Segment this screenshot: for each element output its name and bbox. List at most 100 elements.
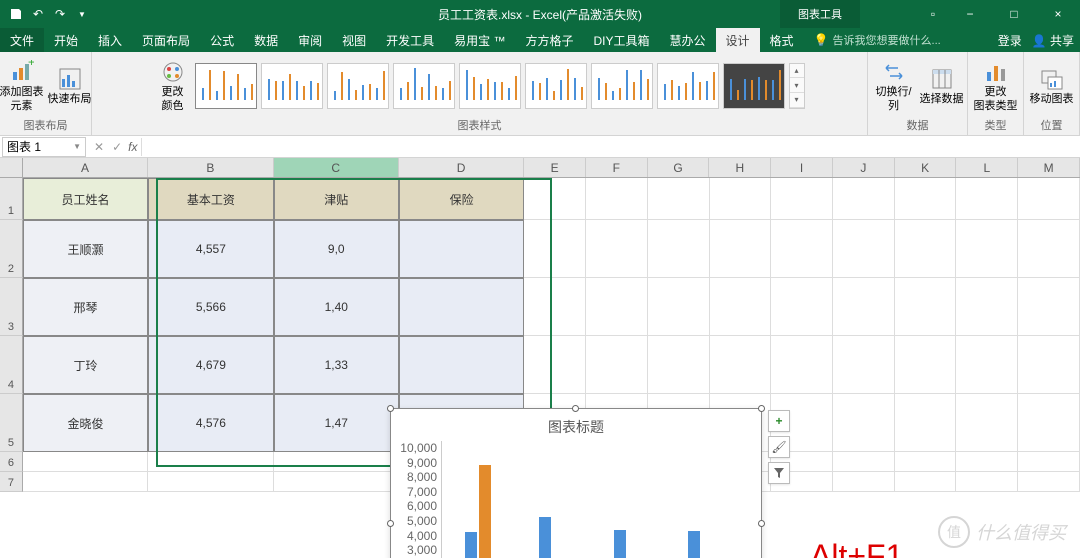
chart-styles-button[interactable]: 🖌 [768, 436, 790, 458]
cell[interactable] [956, 472, 1018, 492]
chart-style-thumb[interactable] [195, 63, 257, 109]
chart-handle[interactable] [387, 405, 394, 412]
cell[interactable] [895, 220, 957, 278]
chart-styles-gallery[interactable] [195, 63, 785, 109]
cell[interactable] [833, 220, 895, 278]
redo-icon[interactable]: ↷ [50, 4, 70, 24]
tell-me[interactable]: 💡 告诉我您想要做什么... [814, 32, 941, 48]
column-header[interactable]: M [1018, 158, 1080, 177]
cell[interactable] [1018, 220, 1080, 278]
gallery-more-button[interactable]: ▴▾▾ [789, 63, 805, 109]
cell[interactable] [23, 472, 148, 492]
cell[interactable] [771, 178, 833, 220]
move-chart-button[interactable]: 移动图表 [1030, 65, 1074, 106]
column-header[interactable]: C [274, 158, 399, 177]
cell[interactable]: 保险 [399, 178, 524, 220]
cell[interactable]: 1,40 [274, 278, 399, 336]
cell[interactable] [895, 178, 957, 220]
cell[interactable] [648, 278, 710, 336]
cell[interactable] [956, 178, 1018, 220]
cell[interactable]: 基本工资 [148, 178, 273, 220]
cell[interactable] [833, 472, 895, 492]
cell[interactable] [956, 336, 1018, 394]
cell[interactable] [771, 278, 833, 336]
cell[interactable] [956, 394, 1018, 452]
cell[interactable]: 4,576 [148, 394, 273, 452]
column-header[interactable]: K [895, 158, 957, 177]
chart-title[interactable]: 图表标题 [391, 409, 761, 441]
menu-tab[interactable]: 方方格子 [515, 28, 583, 52]
change-colors-button[interactable]: 更改 颜色 [155, 58, 191, 112]
cell[interactable] [148, 472, 273, 492]
row-header[interactable]: 4 [0, 336, 23, 394]
menu-tab[interactable]: 开始 [44, 28, 88, 52]
cell[interactable] [710, 178, 772, 220]
save-icon[interactable] [6, 4, 26, 24]
row-header[interactable]: 7 [0, 472, 23, 492]
cell[interactable]: 邢琴 [23, 278, 148, 336]
switch-row-col-button[interactable]: 切换行/列 [872, 58, 916, 112]
cell[interactable]: 1,47 [274, 394, 399, 452]
chart-handle[interactable] [387, 520, 394, 527]
cell[interactable] [524, 220, 586, 278]
cell[interactable] [1018, 472, 1080, 492]
cell[interactable]: 5,566 [148, 278, 273, 336]
chart-style-thumb[interactable] [525, 63, 587, 109]
menu-tab[interactable]: 插入 [88, 28, 132, 52]
chart-elements-button[interactable]: + [768, 410, 790, 432]
cell[interactable] [895, 278, 957, 336]
menu-tab[interactable]: 数据 [244, 28, 288, 52]
chart-style-thumb[interactable] [657, 63, 719, 109]
embedded-chart[interactable]: 图表标题 10,0009,0008,0007,0006,0005,0004,00… [390, 408, 762, 558]
share-button[interactable]: 👤 共享 [1032, 32, 1074, 49]
cell[interactable]: 4,557 [148, 220, 273, 278]
chevron-down-icon[interactable]: ▼ [73, 142, 81, 151]
menu-tab[interactable]: 公式 [200, 28, 244, 52]
cell[interactable] [771, 220, 833, 278]
chart-style-thumb[interactable] [327, 63, 389, 109]
column-header[interactable]: L [956, 158, 1018, 177]
chart-handle[interactable] [758, 405, 765, 412]
login-link[interactable]: 登录 [998, 32, 1022, 49]
quick-layout-button[interactable]: 快速布局 [48, 65, 92, 106]
cell[interactable] [648, 178, 710, 220]
cell[interactable] [956, 278, 1018, 336]
cell[interactable] [586, 336, 648, 394]
minimize-button[interactable]: − [948, 0, 992, 28]
row-header[interactable]: 1 [0, 178, 23, 220]
chart-style-thumb[interactable] [723, 63, 785, 109]
close-button[interactable]: × [1036, 0, 1080, 28]
add-chart-element-button[interactable]: +添加图表 元素 [0, 58, 44, 112]
chart-style-thumb[interactable] [591, 63, 653, 109]
menu-tab[interactable]: 慧办公 [660, 28, 716, 52]
worksheet-grid[interactable]: ABCDEFGHIJKLM 1员工姓名基本工资津贴保险2王顺灏4,5579,03… [0, 158, 1080, 558]
formula-bar[interactable] [141, 138, 1080, 156]
cell[interactable] [710, 336, 772, 394]
cell[interactable] [524, 178, 586, 220]
cell[interactable] [833, 452, 895, 472]
menu-tab[interactable]: 审阅 [288, 28, 332, 52]
ribbon-options-icon[interactable]: ▫ [918, 0, 948, 28]
cell[interactable] [524, 278, 586, 336]
cell[interactable] [586, 178, 648, 220]
fx-icon[interactable]: fx [128, 140, 137, 154]
cell[interactable] [23, 452, 148, 472]
cell[interactable] [833, 336, 895, 394]
name-box[interactable]: 图表 1▼ [2, 137, 86, 157]
menu-tab[interactable]: 视图 [332, 28, 376, 52]
cell[interactable] [710, 220, 772, 278]
row-header[interactable]: 3 [0, 278, 23, 336]
undo-icon[interactable]: ↶ [28, 4, 48, 24]
column-header[interactable]: J [833, 158, 895, 177]
change-chart-type-button[interactable]: 更改 图表类型 [974, 58, 1018, 112]
cell[interactable]: 津贴 [274, 178, 399, 220]
cell[interactable] [710, 278, 772, 336]
cell[interactable] [524, 336, 586, 394]
cell[interactable]: 1,33 [274, 336, 399, 394]
cell[interactable] [1018, 336, 1080, 394]
menu-tab[interactable]: 易用宝 ™ [444, 28, 515, 52]
cell[interactable] [956, 220, 1018, 278]
cell[interactable] [586, 278, 648, 336]
row-header[interactable]: 5 [0, 394, 23, 452]
cell[interactable] [648, 220, 710, 278]
